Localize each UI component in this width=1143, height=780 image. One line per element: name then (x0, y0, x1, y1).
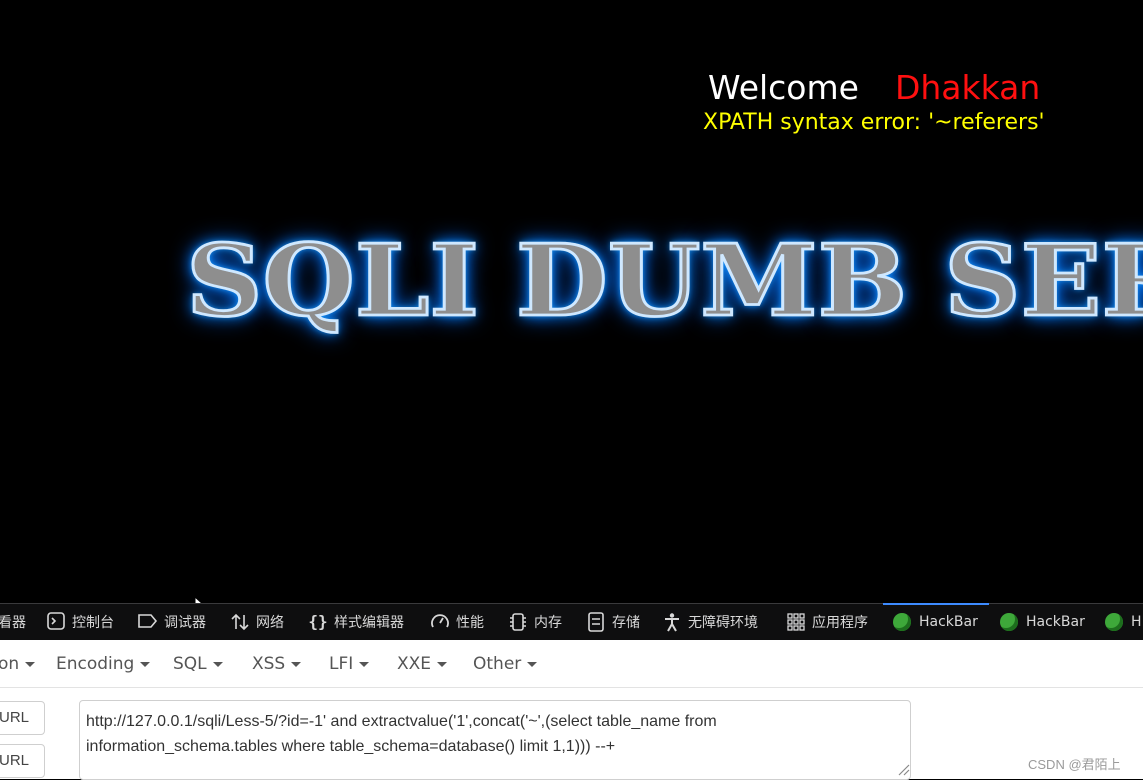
devtools-tab-strip: 看器 控制台 调试器 网络 {} 样式编辑器 性能 内存 存储 无障碍环境 应用… (0, 603, 1143, 640)
chevron-down-icon (437, 661, 448, 667)
chevron-down-icon (140, 661, 151, 667)
tab-hackbar[interactable]: H (1105, 604, 1142, 640)
split-url-button[interactable]: URL (0, 744, 45, 778)
tab-label: 网络 (256, 615, 284, 631)
tab-label: H (1131, 614, 1142, 630)
tab-label: 应用程序 (812, 615, 868, 631)
application-icon (786, 612, 806, 632)
tab-storage[interactable]: 存储 (586, 604, 640, 640)
hackbar-menu-bar: on Encoding SQL XSS LFI XXE Other (0, 640, 1143, 688)
chevron-down-icon (359, 661, 370, 667)
debugger-icon (138, 612, 158, 632)
menu-label: LFI (329, 654, 354, 674)
tab-label: 控制台 (72, 615, 114, 631)
watermark: CSDN @君陌上 (1028, 757, 1121, 772)
tab-label: 调试器 (164, 615, 206, 631)
user-name: Dhakkan (894, 68, 1041, 107)
chevron-down-icon (25, 661, 36, 667)
menu-label: XSS (252, 654, 286, 674)
tab-label: 无障碍环境 (688, 615, 758, 631)
tab-label: 看器 (0, 615, 26, 631)
console-icon (46, 612, 66, 632)
hackbar-icon (893, 613, 911, 631)
tab-debugger[interactable]: 调试器 (138, 604, 206, 640)
tab-application[interactable]: 应用程序 (786, 604, 868, 640)
menu-other[interactable]: Other (473, 654, 538, 674)
chevron-down-icon (291, 661, 302, 667)
accessibility-icon (662, 612, 682, 632)
hackbar-icon (1105, 613, 1123, 631)
tab-label: HackBar (919, 614, 978, 630)
menu-label: XXE (397, 654, 432, 674)
banner-title: SQLI DUMB SERIES-5 (184, 221, 1143, 340)
resize-handle-icon[interactable] (896, 762, 910, 776)
tab-label: 样式编辑器 (334, 615, 404, 631)
hackbar-icon (1000, 613, 1018, 631)
memory-icon (508, 612, 528, 632)
load-url-button[interactable]: URL (0, 701, 45, 735)
tab-memory[interactable]: 内存 (508, 604, 562, 640)
menu-label: Other (473, 654, 522, 674)
chevron-down-icon (212, 661, 223, 667)
tab-label: 性能 (456, 615, 484, 631)
hackbar-body: URL URL http://127.0.0.1/sqli/Less-5/?id… (0, 688, 1143, 780)
welcome-line: Welcome Dhakkan (708, 68, 1040, 107)
tab-label: 内存 (534, 615, 562, 631)
url-textarea[interactable]: http://127.0.0.1/sqli/Less-5/?id=-1' and… (79, 700, 911, 780)
tab-performance[interactable]: 性能 (430, 604, 484, 640)
menu-encoding[interactable]: Encoding (56, 654, 151, 674)
tab-network[interactable]: 网络 (230, 604, 284, 640)
style-editor-icon: {} (308, 612, 328, 631)
menu-xss[interactable]: XSS (252, 654, 302, 674)
tab-style-editor[interactable]: {} 样式编辑器 (308, 604, 404, 640)
menu-action[interactable]: on (0, 654, 36, 674)
chevron-down-icon (527, 661, 538, 667)
tab-label: 存储 (612, 615, 640, 631)
tab-hackbar-active[interactable]: HackBar (883, 603, 989, 639)
tab-accessibility[interactable]: 无障碍环境 (662, 604, 758, 640)
menu-label: Encoding (56, 654, 135, 674)
tab-hackbar[interactable]: HackBar (1000, 604, 1085, 640)
web-page: Welcome Dhakkan XPATH syntax error: '~ref… (0, 0, 1143, 603)
performance-icon (430, 612, 450, 632)
storage-icon (586, 612, 606, 632)
tab-console[interactable]: 控制台 (46, 604, 114, 640)
welcome-text: Welcome (708, 68, 859, 107)
tab-inspector[interactable]: 看器 (0, 604, 26, 640)
menu-xxe[interactable]: XXE (397, 654, 448, 674)
menu-label: SQL (173, 654, 207, 674)
menu-sql[interactable]: SQL (173, 654, 223, 674)
error-message: XPATH syntax error: '~referers' (703, 110, 1045, 135)
menu-label: on (0, 654, 20, 674)
network-icon (230, 612, 250, 632)
menu-lfi[interactable]: LFI (329, 654, 370, 674)
tab-label: HackBar (1026, 614, 1085, 630)
